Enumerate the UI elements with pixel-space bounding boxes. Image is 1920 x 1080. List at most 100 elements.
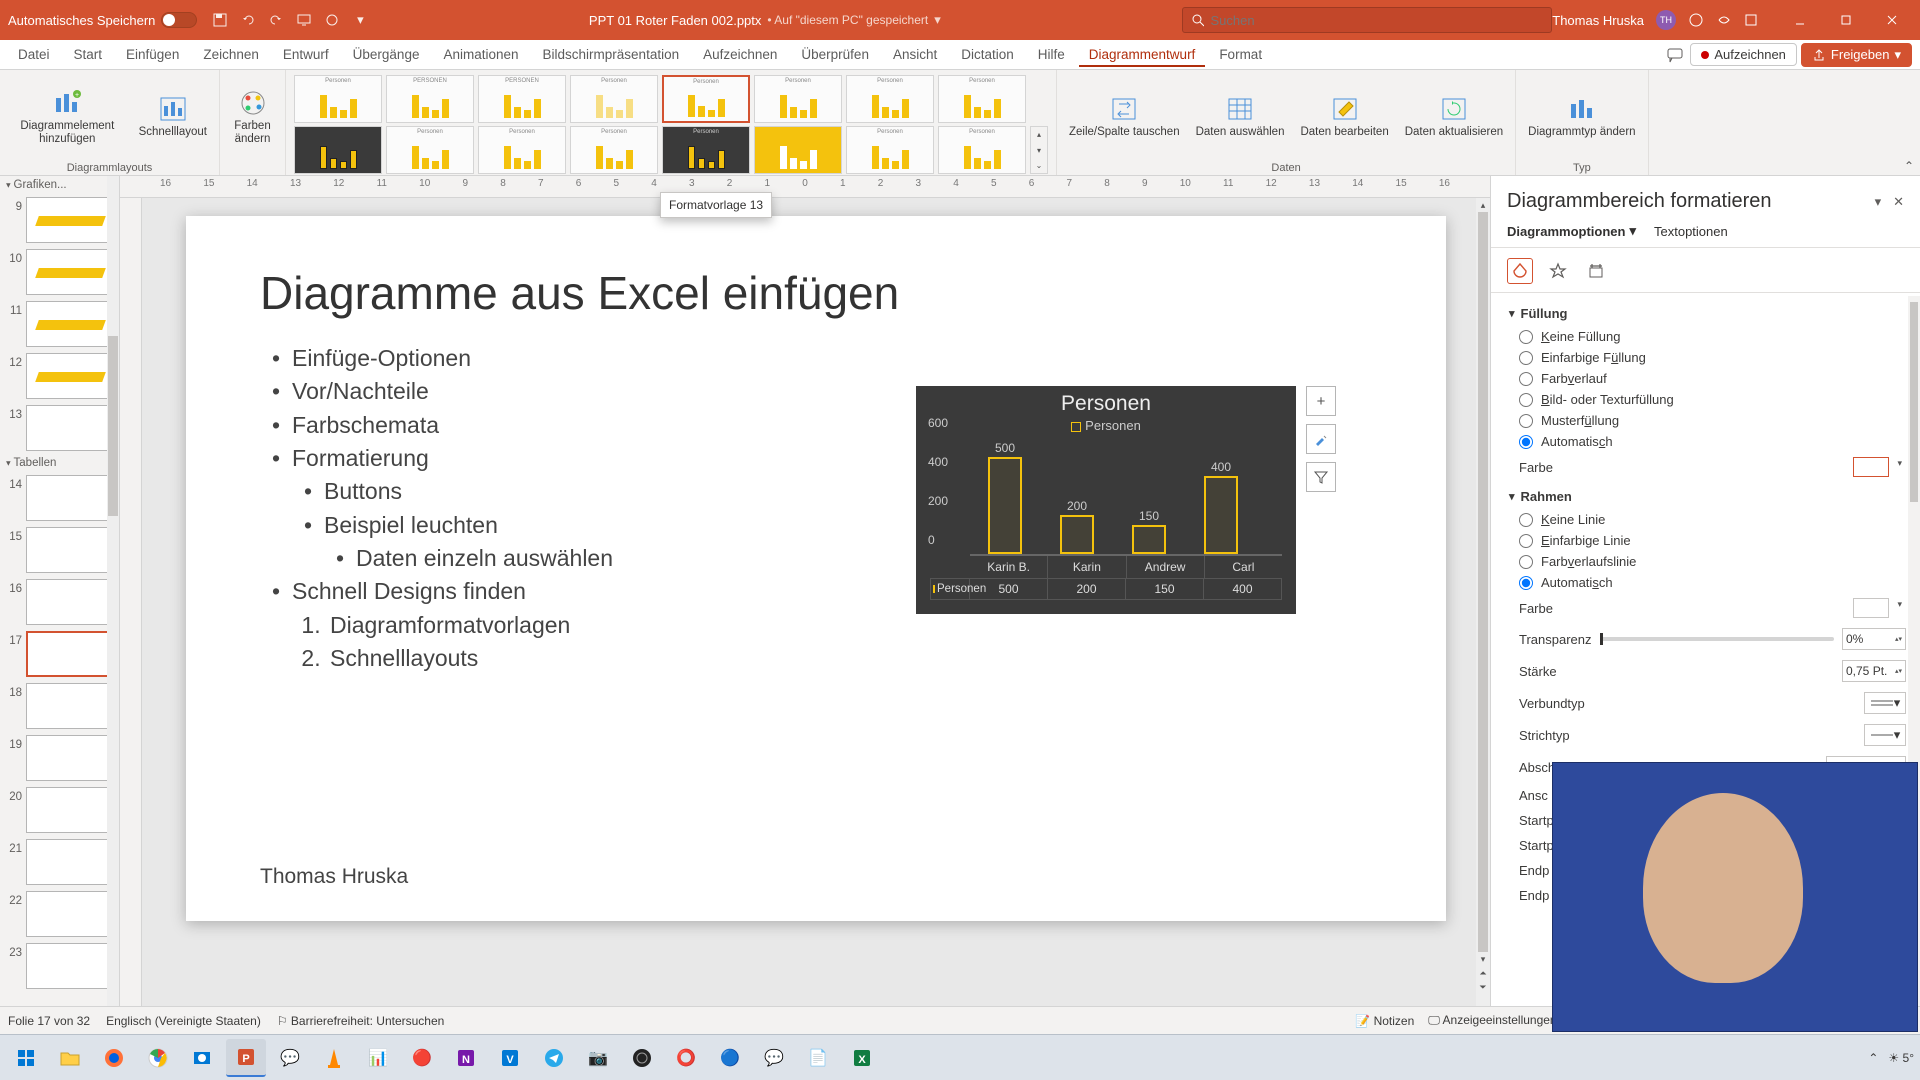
size-tab-icon[interactable] [1583,258,1609,284]
obs-icon[interactable] [622,1039,662,1077]
border-gradient[interactable]: Farbverlaufslinie [1509,551,1906,572]
border-none[interactable]: Keine Linie [1509,509,1906,530]
slidepanel-scrollbar[interactable] [107,176,119,1006]
chart-styles-button[interactable] [1306,424,1336,454]
effects-tab-icon[interactable] [1545,258,1571,284]
style-thumb-2[interactable]: PERSONEN [386,75,474,123]
slide-thumb-20[interactable] [26,787,115,833]
tab-uebergaenge[interactable]: Übergänge [343,42,430,67]
chart-filter-button[interactable] [1306,462,1336,492]
ribbon-collapse-icon[interactable]: ⌃ [1904,159,1914,173]
display-settings-button[interactable]: 🖵 Anzeigeeinstellungen [1428,1013,1556,1028]
quick-layout-button[interactable]: Schnelllayout [133,91,213,142]
vscode-icon[interactable]: V [490,1039,530,1077]
refresh-data-button[interactable]: Daten aktualisieren [1399,91,1509,142]
style-thumb-12[interactable]: Personen [570,126,658,174]
autosave-toggle[interactable] [161,12,197,28]
onenote-icon[interactable]: N [446,1039,486,1077]
tab-ansicht[interactable]: Ansicht [883,42,947,67]
slide-canvas[interactable]: Diagramme aus Excel einfügen Einfüge-Opt… [142,198,1490,1006]
app-icon-1[interactable]: 💬 [270,1039,310,1077]
next-slide-icon[interactable]: ⏷ [1476,980,1490,994]
app-icon-4[interactable]: 📷 [578,1039,618,1077]
style-thumb-10[interactable]: Personen [386,126,474,174]
style-thumb-14[interactable] [754,126,842,174]
width-spinner[interactable]: 0,75 Pt.▴▾ [1842,660,1906,682]
slide-thumb-12[interactable] [26,353,115,399]
search-input[interactable] [1210,13,1543,28]
style-thumb-11[interactable]: Personen [478,126,566,174]
style-thumb-13[interactable]: Personen [662,126,750,174]
app-icon-6[interactable]: 🔵 [710,1039,750,1077]
tab-start[interactable]: Start [64,42,113,67]
compound-dropdown[interactable]: ▾ [1864,692,1906,714]
present-icon[interactable] [295,11,313,29]
border-color-picker[interactable] [1853,598,1889,618]
slide-thumb-11[interactable] [26,301,115,347]
tab-bildschirmpraesentation[interactable]: Bildschirmpräsentation [533,42,690,67]
fill-picture[interactable]: Bild- oder Texturfüllung [1509,389,1906,410]
slide-thumb-13[interactable] [26,405,115,451]
tab-diagrammentwurf[interactable]: Diagrammentwurf [1079,42,1206,67]
slide-thumb-9[interactable] [26,197,115,243]
canvas-scrollbar[interactable]: ▴ ▾ ⏶ ⏷ [1476,198,1490,1006]
vlc-icon[interactable] [314,1039,354,1077]
transparency-spinner[interactable]: 0%▴▾ [1842,628,1906,650]
prev-slide-icon[interactable]: ⏶ [1476,966,1490,980]
scroll-up-icon[interactable]: ▴ [1476,198,1490,212]
slide-thumb-15[interactable] [26,527,115,573]
telegram-icon[interactable] [534,1039,574,1077]
slide-thumb-16[interactable] [26,579,115,625]
record-button[interactable]: Aufzeichnen [1690,43,1797,66]
fill-gradient[interactable]: Farbverlauf [1509,368,1906,389]
minimize-button[interactable] [1780,8,1820,32]
app-icon-8[interactable]: 📄 [798,1039,838,1077]
fill-auto[interactable]: Automatisch [1509,431,1906,452]
fill-pattern[interactable]: Musterfüllung [1509,410,1906,431]
start-button[interactable] [6,1039,46,1077]
dash-dropdown[interactable]: ▾ [1864,724,1906,746]
subtab-text-options[interactable]: Textoptionen [1654,223,1728,239]
touch-mode-icon[interactable] [323,11,341,29]
section-grafiken[interactable]: Grafiken... [0,176,119,194]
section-fill[interactable]: Füllung [1509,299,1906,326]
slide-thumb-18[interactable] [26,683,115,729]
fill-solid[interactable]: Einfarbige Füllung [1509,347,1906,368]
coming-soon-icon[interactable] [1716,12,1732,28]
section-border[interactable]: Rahmen [1509,482,1906,509]
search-box[interactable] [1182,7,1552,33]
powerpoint-icon[interactable]: P [226,1039,266,1077]
change-chart-type-button[interactable]: Diagrammtyp ändern [1522,91,1641,142]
app-icon-5[interactable]: ⭕ [666,1039,706,1077]
change-colors-button[interactable]: Farben ändern [226,85,279,149]
save-icon[interactable] [211,11,229,29]
title-dropdown-icon[interactable]: ▾ [934,12,941,28]
slide-counter[interactable]: Folie 17 von 32 [8,1014,90,1028]
slide-thumb-22[interactable] [26,891,115,937]
maximize-button[interactable] [1826,8,1866,32]
slide-thumb-23[interactable] [26,943,115,989]
close-button[interactable] [1872,8,1912,32]
lang-indicator[interactable]: Englisch (Vereinigte Staaten) [106,1014,261,1028]
app-icon-2[interactable]: 📊 [358,1039,398,1077]
tab-zeichnen[interactable]: Zeichnen [193,42,269,67]
transparency-slider[interactable] [1600,637,1835,641]
ribbon-display-icon[interactable] [1744,13,1758,27]
edit-data-button[interactable]: Daten bearbeiten [1294,91,1394,142]
gallery-more-button[interactable]: ▴▾⌄ [1030,126,1048,174]
style-thumb-8[interactable]: Personen [938,75,1026,123]
style-thumb-9[interactable] [294,126,382,174]
chart-elements-button[interactable]: + [1306,386,1336,416]
tab-einfuegen[interactable]: Einfügen [116,42,189,67]
slide-thumb-10[interactable] [26,249,115,295]
tab-hilfe[interactable]: Hilfe [1028,42,1075,67]
fill-none[interactable]: Keine Füllung [1509,326,1906,347]
notes-button[interactable]: 📝 Notizen [1355,1014,1414,1028]
border-solid[interactable]: Einfarbige Linie [1509,530,1906,551]
scroll-down-icon[interactable]: ▾ [1476,952,1490,966]
fill-color-picker[interactable] [1853,457,1889,477]
section-tabellen[interactable]: Tabellen [0,454,119,472]
style-thumb-15[interactable]: Personen [846,126,934,174]
fill-line-tab-icon[interactable] [1507,258,1533,284]
style-thumb-3[interactable]: PERSONEN [478,75,566,123]
